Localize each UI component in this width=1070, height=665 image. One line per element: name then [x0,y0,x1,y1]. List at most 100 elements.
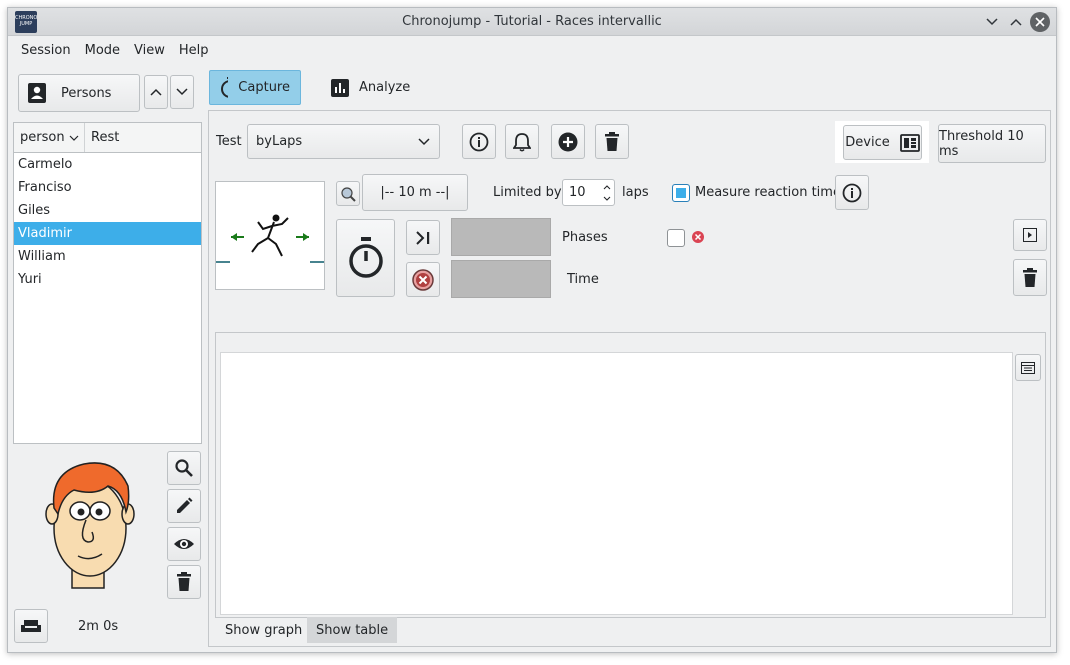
minimize-button[interactable] [982,12,1002,32]
limited-by-input[interactable]: 10 [562,179,615,206]
persons-button[interactable]: Persons [18,74,140,112]
couch-icon [21,620,41,632]
close-icon [1035,17,1045,27]
sort-down-icon [69,135,78,141]
delete-test-button[interactable] [595,124,629,159]
person-up-button[interactable] [144,75,168,109]
list-item[interactable]: Giles [14,199,201,222]
graph-area [220,352,1013,615]
close-button[interactable] [1030,12,1050,32]
tab-show-graph[interactable]: Show graph [216,617,311,643]
person-card-icon [28,83,46,103]
test-info-button[interactable] [462,124,496,159]
phases-label: Phases [562,230,608,245]
list-item-selected[interactable]: Vladimir [14,222,201,245]
list-item[interactable]: William [14,245,201,268]
cancel-icon [412,268,434,291]
rest-button[interactable] [14,609,48,643]
tab-analyze[interactable]: Analyze [321,70,420,105]
main-window: CHRONO JUMP Chronojump - Tutorial - Race… [7,7,1057,653]
tab-analyze-label: Analyze [359,80,411,95]
distance-button[interactable]: |-- 10 m --| [362,174,468,211]
spin-arrows-icon[interactable] [603,183,611,203]
threshold-button[interactable]: Threshold 10 ms [938,124,1046,163]
chevron-down-icon [176,88,188,96]
plus-circle-icon [558,132,578,151]
list-item[interactable]: Franciso [14,176,201,199]
search-icon [175,459,193,477]
execute-test-button[interactable] [336,219,395,297]
info-icon [469,132,489,151]
list-item[interactable]: Yuri [14,268,201,291]
test-label: Test [216,134,242,149]
stopwatch-icon [348,237,383,278]
person-down-button[interactable] [170,75,194,109]
time-display [451,260,551,298]
window-title: Chronojump - Tutorial - Races intervalli… [402,14,662,29]
zoom-image-button[interactable] [336,181,360,206]
device-icon [899,133,920,152]
trash-icon [177,572,191,591]
delete-person-button[interactable] [167,565,201,599]
limited-by-value: 10 [569,185,586,200]
chevron-up-icon [1010,18,1022,26]
pencil-icon [177,497,193,513]
skip-end-icon [416,230,430,245]
persons-list-header: person Rest [14,123,201,153]
persons-label: Persons [61,85,112,101]
time-label: Time [567,272,599,287]
test-select[interactable]: byLaps [247,124,440,159]
menu-bar: Session Mode View Help [8,36,1056,64]
reaction-info-button[interactable] [835,175,869,210]
search-person-button[interactable] [167,451,201,485]
eye-icon [174,539,194,549]
add-test-button[interactable] [551,124,585,159]
trash-icon [1023,267,1037,287]
list-item[interactable]: Carmelo [14,153,201,176]
title-bar: CHRONO JUMP Chronojump - Tutorial - Race… [8,8,1056,36]
bar-chart-icon [331,78,349,97]
persons-list: person Rest Carmelo Franciso Giles Vladi… [13,122,202,444]
view-person-button[interactable] [167,527,201,561]
phases-checkbox[interactable] [667,229,685,247]
bell-button[interactable] [505,124,539,159]
bell-icon [513,132,531,152]
edit-person-button[interactable] [167,489,201,523]
person-avatar [45,462,135,589]
delete-result-button[interactable] [1013,259,1047,296]
device-button[interactable]: Device [843,125,922,160]
tab-show-table[interactable]: Show table [307,617,398,643]
test-image [215,181,325,290]
chevron-up-icon [150,88,162,96]
limited-by-label: Limited by [493,185,562,200]
cancel-button[interactable] [406,262,440,297]
menu-mode[interactable]: Mode [78,43,127,58]
table-view-button[interactable] [1015,354,1041,381]
laps-label: laps [622,185,649,200]
column-header-person[interactable]: person [14,123,85,152]
chevron-down-icon [986,18,998,26]
play-sound-button[interactable] [1013,219,1047,251]
column-header-rest[interactable]: Rest [85,123,119,152]
rest-time-label: 2m 0s [78,619,119,634]
measure-reaction-checkbox[interactable] [672,184,690,202]
menu-session[interactable]: Session [14,43,78,58]
measure-reaction-label: Measure reaction time [695,185,841,200]
tab-capture-label: Capture [238,80,290,95]
stopwatch-icon [221,76,229,98]
runner-icon [216,214,324,263]
device-label: Device [845,135,890,150]
capture-panel: Test byLaps Device Threshold 10 ms |-- 1… [208,110,1051,647]
maximize-button[interactable] [1006,12,1026,32]
media-play-icon [1023,228,1037,242]
tab-capture[interactable]: Capture [209,70,301,105]
zoom-icon [341,186,356,202]
info-icon [842,183,862,202]
finish-button[interactable] [406,220,440,255]
menu-view[interactable]: View [127,43,172,58]
menu-help[interactable]: Help [172,43,216,58]
chevron-down-icon [418,137,430,145]
trash-icon [605,131,619,151]
table-icon [1021,361,1035,374]
phases-display [451,218,551,256]
